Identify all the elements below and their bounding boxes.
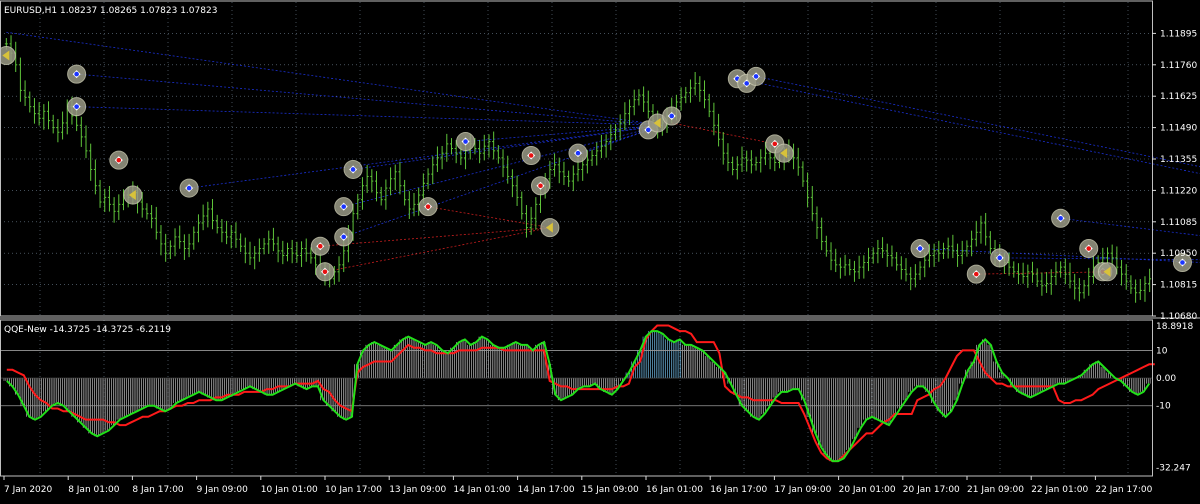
sell-arrow-icon	[1086, 246, 1092, 251]
time-tick-label: 7 Jan 2020	[4, 485, 52, 495]
buy-arrow-icon	[575, 150, 581, 156]
time-tick-label: 15 Jan 09:00	[582, 485, 639, 495]
price-tick-label: 1.10680	[1160, 312, 1197, 322]
buy-arrow-icon	[463, 139, 468, 144]
time-tick-label: 8 Jan 01:00	[68, 485, 120, 495]
buy-arrow-icon	[341, 234, 347, 240]
time-tick-label: 10 Jan 17:00	[325, 485, 382, 495]
background	[0, 0, 1200, 500]
price-tick-label: 1.11355	[1160, 155, 1197, 165]
buy-arrow-icon	[997, 255, 1003, 261]
mt4-chart-window[interactable]: 1.11895 1.11760 1.11625 1.11490 1.11355 1.112…	[0, 0, 1200, 500]
price-tick-label: 1.11895	[1160, 29, 1197, 39]
indicator-tick-label: 18.8918	[1156, 322, 1193, 332]
time-tick-label: 14 Jan 01:00	[453, 485, 510, 495]
time-tick-label: 20 Jan 01:00	[839, 485, 896, 495]
price-tick-label: 1.11625	[1160, 92, 1197, 102]
time-tick-label: 21 Jan 09:00	[967, 485, 1024, 495]
price-tick-label: 1.10815	[1160, 281, 1197, 291]
indicator-tick-label: 10	[1156, 346, 1168, 356]
sell-arrow-icon	[425, 204, 431, 209]
time-tick-label: 13 Jan 09:00	[389, 485, 446, 495]
sell-arrow-icon	[322, 269, 328, 275]
price-tick-label: 1.11760	[1160, 61, 1197, 71]
time-tick-label: 17 Jan 09:00	[774, 485, 831, 495]
buy-arrow-icon	[753, 74, 759, 79]
main-chart-label: EURUSD,H1 1.08237 1.08265 1.07823 1.0782…	[4, 6, 217, 16]
buy-arrow-icon	[917, 246, 923, 251]
time-tick-label: 16 Jan 01:00	[646, 485, 703, 495]
buy-arrow-icon	[350, 167, 356, 172]
time-tick-label: 10 Jan 01:00	[261, 485, 318, 495]
price-tick-label: 1.10950	[1160, 249, 1197, 259]
buy-arrow-icon	[74, 104, 79, 109]
indicator-tick-label: -32.247	[1156, 463, 1191, 473]
price-tick-label: 1.11490	[1160, 124, 1197, 134]
buy-arrow-icon	[1058, 216, 1063, 221]
sell-arrow-icon	[538, 183, 543, 189]
indicator-label: QQE-New -14.3725 -14.3725 -6.2119	[4, 325, 171, 335]
sell-arrow-icon	[317, 243, 323, 249]
indicator-tick-label: 0.00	[1156, 374, 1176, 384]
sell-arrow-icon	[528, 153, 534, 158]
buy-arrow-icon	[186, 185, 192, 191]
time-tick-label: 16 Jan 17:00	[710, 485, 767, 495]
time-tick-label: 8 Jan 17:00	[132, 485, 184, 495]
time-tick-label: 20 Jan 17:00	[903, 485, 960, 495]
sell-arrow-icon	[116, 157, 122, 163]
sell-arrow-icon	[973, 271, 979, 277]
sell-arrow-icon	[772, 141, 778, 147]
time-tick-label: 9 Jan 09:00	[197, 485, 249, 495]
time-tick-label: 22 Jan 17:00	[1095, 485, 1152, 495]
time-tick-label: 22 Jan 01:00	[1031, 485, 1088, 495]
buy-arrow-icon	[669, 113, 675, 119]
buy-arrow-icon	[74, 71, 79, 77]
indicator-tick-label: -10	[1156, 402, 1171, 412]
buy-arrow-icon	[341, 204, 347, 209]
chart-canvas[interactable]: 1.11895 1.11760 1.11625 1.11490 1.11355 1.112…	[0, 0, 1200, 500]
price-tick-label: 1.11085	[1160, 218, 1197, 228]
time-tick-label: 14 Jan 17:00	[518, 485, 575, 495]
price-tick-label: 1.11220	[1160, 186, 1197, 196]
buy-arrow-icon	[1180, 260, 1185, 265]
